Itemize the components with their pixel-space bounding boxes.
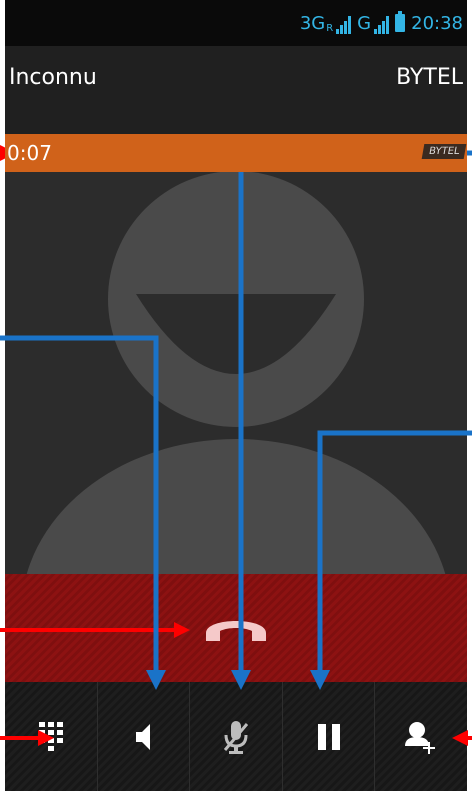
call-screen: 3G R G 20:38 Inconnu BYTEL 0:07 BYTEL bbox=[5, 0, 467, 791]
roaming-label: R bbox=[326, 22, 334, 34]
network-3g-indicator: 3G R bbox=[299, 12, 352, 34]
contact-photo-placeholder bbox=[5, 134, 467, 574]
add-contact-icon bbox=[405, 721, 436, 754]
add-call-button[interactable] bbox=[375, 682, 467, 791]
call-timer-bar: 0:07 BYTEL bbox=[5, 134, 467, 172]
network-g-indicator: G bbox=[357, 12, 390, 34]
end-call-zone bbox=[5, 574, 467, 682]
battery-icon bbox=[395, 11, 406, 32]
clock: 20:38 bbox=[411, 12, 463, 34]
speaker-button[interactable] bbox=[98, 682, 191, 791]
operator-name: BYTEL bbox=[396, 65, 463, 90]
second-network-label: G bbox=[357, 12, 372, 34]
signal-icon-2 bbox=[374, 15, 390, 34]
caller-name: Inconnu bbox=[9, 65, 97, 90]
end-call-button[interactable] bbox=[196, 588, 276, 668]
pause-icon bbox=[317, 723, 340, 750]
call-header: Inconnu BYTEL bbox=[5, 46, 467, 134]
mute-button[interactable] bbox=[190, 682, 283, 791]
mic-mute-icon bbox=[223, 720, 249, 754]
call-duration: 0:07 bbox=[7, 141, 52, 165]
status-bar: 3G R G 20:38 bbox=[5, 0, 467, 46]
call-controls bbox=[5, 682, 467, 791]
dialpad-button[interactable] bbox=[5, 682, 98, 791]
speaker-icon bbox=[136, 723, 151, 750]
hold-button[interactable] bbox=[283, 682, 376, 791]
operator-badge: BYTEL bbox=[421, 144, 467, 159]
network-type-label: 3G bbox=[299, 12, 326, 34]
dialpad-icon bbox=[38, 721, 63, 751]
avatar-silhouette-icon bbox=[26, 171, 446, 574]
signal-icon bbox=[336, 15, 352, 34]
hang-up-icon bbox=[206, 621, 266, 641]
